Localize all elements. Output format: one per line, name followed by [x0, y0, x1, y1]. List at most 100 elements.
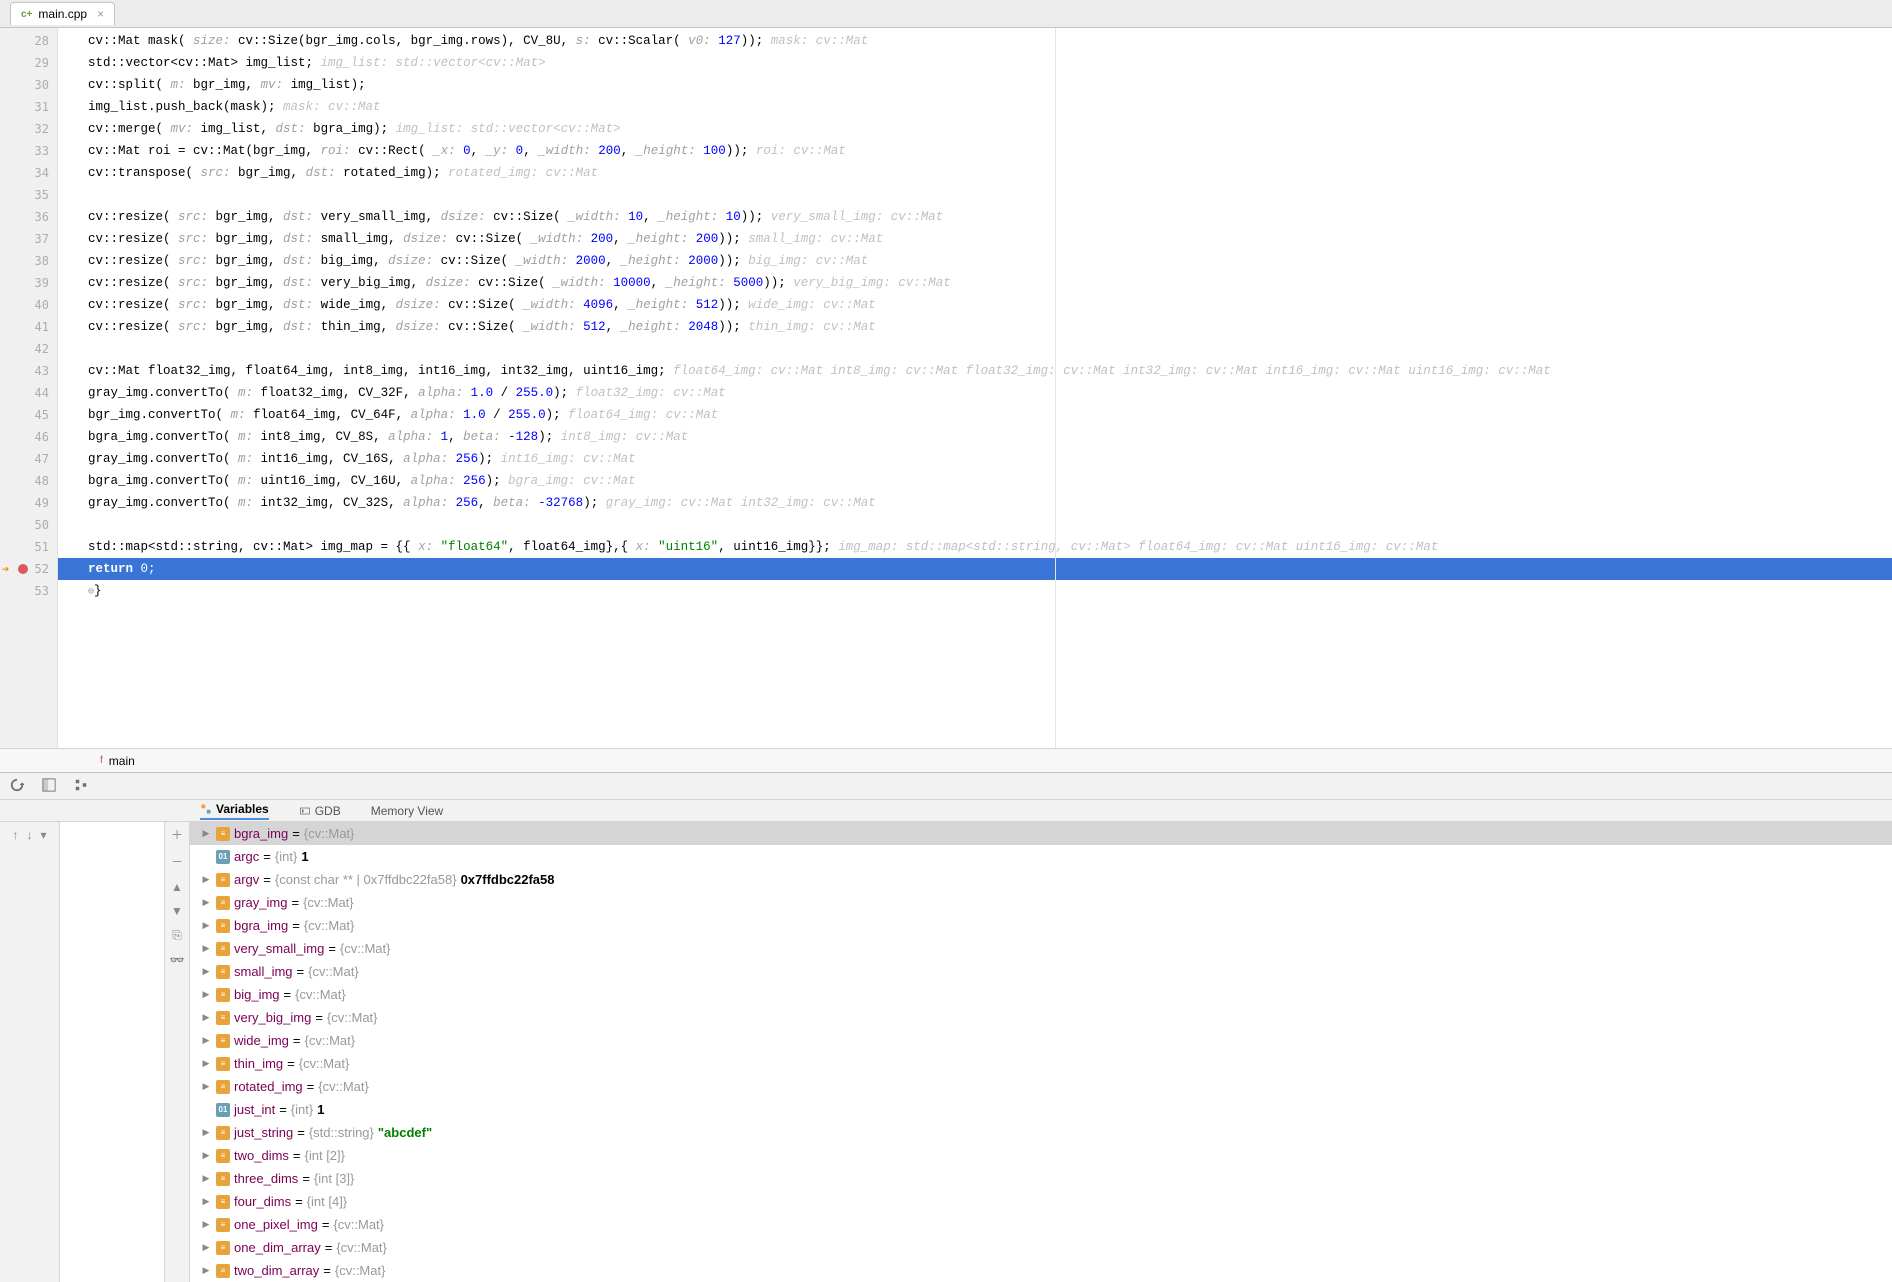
code-line[interactable]: gray_img.convertTo( m: int32_img, CV_32S… — [58, 492, 1892, 514]
code-line[interactable] — [58, 184, 1892, 206]
variable-row[interactable]: ▶≡ small_img = {cv::Mat} — [190, 960, 1892, 983]
expand-arrow-icon[interactable]: ▶ — [200, 943, 212, 954]
code-line[interactable] — [58, 338, 1892, 360]
expand-arrow-icon[interactable]: ▶ — [200, 1173, 212, 1184]
gutter-line[interactable]: 48 — [0, 470, 57, 492]
gutter-line[interactable]: 35 — [0, 184, 57, 206]
variable-row[interactable]: ▶≡ argv = {const char ** | 0x7ffdbc22fa5… — [190, 868, 1892, 891]
variable-row[interactable]: ▶≡ just_string = {std::string} "abcdef" — [190, 1121, 1892, 1144]
code-line[interactable]: cv::resize( src: bgr_img, dst: very_big_… — [58, 272, 1892, 294]
code-line[interactable]: cv::Mat roi = cv::Mat(bgr_img, roi: cv::… — [58, 140, 1892, 162]
gutter-line[interactable]: 49 — [0, 492, 57, 514]
gutter-line[interactable]: 44 — [0, 382, 57, 404]
gutter-line[interactable]: 50 — [0, 514, 57, 536]
code-line[interactable]: cv::resize( src: bgr_img, dst: wide_img,… — [58, 294, 1892, 316]
breakpoint-dot-icon[interactable] — [18, 564, 28, 574]
layout-icon[interactable] — [42, 778, 58, 794]
frame-more-icon[interactable]: ▾ — [40, 828, 46, 842]
code-line[interactable]: return 0; — [58, 558, 1892, 580]
code-line[interactable]: cv::resize( src: bgr_img, dst: big_img, … — [58, 250, 1892, 272]
gutter-line[interactable]: 47 — [0, 448, 57, 470]
remove-watch-icon[interactable]: － — [171, 853, 183, 870]
code-line[interactable]: cv::resize( src: bgr_img, dst: very_smal… — [58, 206, 1892, 228]
frame-down-icon[interactable]: ↓ — [26, 828, 32, 842]
gutter-line[interactable]: 38 — [0, 250, 57, 272]
gutter-line[interactable]: 36 — [0, 206, 57, 228]
expand-arrow-icon[interactable]: ▶ — [200, 828, 212, 839]
tab-gdb[interactable]: GDB — [299, 804, 341, 818]
code-line[interactable]: cv::Mat float32_img, float64_img, int8_i… — [58, 360, 1892, 382]
tab-variables[interactable]: Variables — [200, 802, 269, 820]
gutter-line[interactable]: 31 — [0, 96, 57, 118]
gutter-line[interactable]: 37 — [0, 228, 57, 250]
code-line[interactable]: bgra_img.convertTo( m: uint16_img, CV_16… — [58, 470, 1892, 492]
gutter-line[interactable]: 43 — [0, 360, 57, 382]
variable-row[interactable]: 01 argc = {int} 1 — [190, 845, 1892, 868]
gutter-line[interactable]: 29 — [0, 52, 57, 74]
variable-row[interactable]: ▶≡ three_dims = {int [3]} — [190, 1167, 1892, 1190]
gutter-line[interactable]: 40 — [0, 294, 57, 316]
variable-row[interactable]: ▶≡ thin_img = {cv::Mat} — [190, 1052, 1892, 1075]
code-line[interactable]: bgra_img.convertTo( m: int8_img, CV_8S, … — [58, 426, 1892, 448]
expand-arrow-icon[interactable]: ▶ — [200, 1219, 212, 1230]
expand-arrow-icon[interactable]: ▶ — [200, 1012, 212, 1023]
expand-arrow-icon[interactable]: ▶ — [200, 966, 212, 977]
gutter-line[interactable]: 46 — [0, 426, 57, 448]
restart-icon[interactable] — [10, 778, 26, 794]
glasses-icon[interactable]: 👓 — [170, 953, 185, 967]
code-line[interactable]: gray_img.convertTo( m: float32_img, CV_3… — [58, 382, 1892, 404]
gutter-line[interactable]: 51 — [0, 536, 57, 558]
variable-row[interactable]: ▶≡ two_dim_array = {cv::Mat} — [190, 1259, 1892, 1282]
expand-arrow-icon[interactable]: ▶ — [200, 1127, 212, 1138]
code-line[interactable]: ⊖} — [58, 580, 1892, 602]
code-line[interactable] — [58, 514, 1892, 536]
copy-icon[interactable]: ⎘ — [172, 928, 182, 943]
up-icon[interactable]: ▲ — [171, 880, 183, 894]
gutter-line[interactable]: 28 — [0, 30, 57, 52]
variable-row[interactable]: ▶≡ two_dims = {int [2]} — [190, 1144, 1892, 1167]
code-line[interactable]: img_list.push_back(mask); mask: cv::Mat — [58, 96, 1892, 118]
code-line[interactable]: cv::Mat mask( size: cv::Size(bgr_img.col… — [58, 30, 1892, 52]
variable-row[interactable]: ▶≡ very_small_img = {cv::Mat} — [190, 937, 1892, 960]
expand-arrow-icon[interactable]: ▶ — [200, 1035, 212, 1046]
gutter-line[interactable]: 33 — [0, 140, 57, 162]
variable-row[interactable]: ▶≡ one_dim_array = {cv::Mat} — [190, 1236, 1892, 1259]
variable-row[interactable]: ▶≡ bgra_img = {cv::Mat} — [190, 914, 1892, 937]
expand-arrow-icon[interactable]: ▶ — [200, 1196, 212, 1207]
threads-icon[interactable] — [74, 778, 90, 794]
gutter-line[interactable]: 30 — [0, 74, 57, 96]
gutter-line[interactable]: 41 — [0, 316, 57, 338]
gutter-line[interactable]: 39 — [0, 272, 57, 294]
variable-row[interactable]: ▶≡ bgra_img = {cv::Mat} — [190, 822, 1892, 845]
expand-arrow-icon[interactable]: ▶ — [200, 1242, 212, 1253]
gutter-line[interactable]: ➔52 — [0, 558, 57, 580]
close-tab-icon[interactable]: × — [97, 7, 104, 21]
variables-tree[interactable]: ▶≡ bgra_img = {cv::Mat}01 argc = {int} 1… — [190, 822, 1892, 1282]
code-line[interactable]: bgr_img.convertTo( m: float64_img, CV_64… — [58, 404, 1892, 426]
add-watch-icon[interactable]: ＋ — [171, 826, 183, 843]
code-line[interactable]: cv::split( m: bgr_img, mv: img_list); — [58, 74, 1892, 96]
code-line[interactable]: gray_img.convertTo( m: int16_img, CV_16S… — [58, 448, 1892, 470]
variable-row[interactable]: 01 just_int = {int} 1 — [190, 1098, 1892, 1121]
variable-row[interactable]: ▶≡ gray_img = {cv::Mat} — [190, 891, 1892, 914]
variable-row[interactable]: ▶≡ four_dims = {int [4]} — [190, 1190, 1892, 1213]
code-line[interactable]: cv::merge( mv: img_list, dst: bgra_img);… — [58, 118, 1892, 140]
gutter-line[interactable]: 34 — [0, 162, 57, 184]
expand-arrow-icon[interactable]: ▶ — [200, 1081, 212, 1092]
down-icon[interactable]: ▼ — [171, 904, 183, 918]
code-line[interactable]: std::map<std::string, cv::Mat> img_map =… — [58, 536, 1892, 558]
variable-row[interactable]: ▶≡ very_big_img = {cv::Mat} — [190, 1006, 1892, 1029]
gutter-line[interactable]: 42 — [0, 338, 57, 360]
code-line[interactable]: cv::resize( src: bgr_img, dst: thin_img,… — [58, 316, 1892, 338]
gutter-line[interactable]: 53 — [0, 580, 57, 602]
expand-arrow-icon[interactable]: ▶ — [200, 920, 212, 931]
frame-up-icon[interactable]: ↑ — [12, 828, 18, 842]
expand-arrow-icon[interactable]: ▶ — [200, 874, 212, 885]
code-line[interactable]: cv::resize( src: bgr_img, dst: small_img… — [58, 228, 1892, 250]
gutter-line[interactable]: 45 — [0, 404, 57, 426]
code-line[interactable]: cv::transpose( src: bgr_img, dst: rotate… — [58, 162, 1892, 184]
variable-row[interactable]: ▶≡ wide_img = {cv::Mat} — [190, 1029, 1892, 1052]
code-line[interactable]: std::vector<cv::Mat> img_list; img_list:… — [58, 52, 1892, 74]
editor-tab-main-cpp[interactable]: c+ main.cpp × — [10, 2, 115, 25]
code-editor[interactable]: cv::Mat mask( size: cv::Size(bgr_img.col… — [58, 28, 1892, 748]
